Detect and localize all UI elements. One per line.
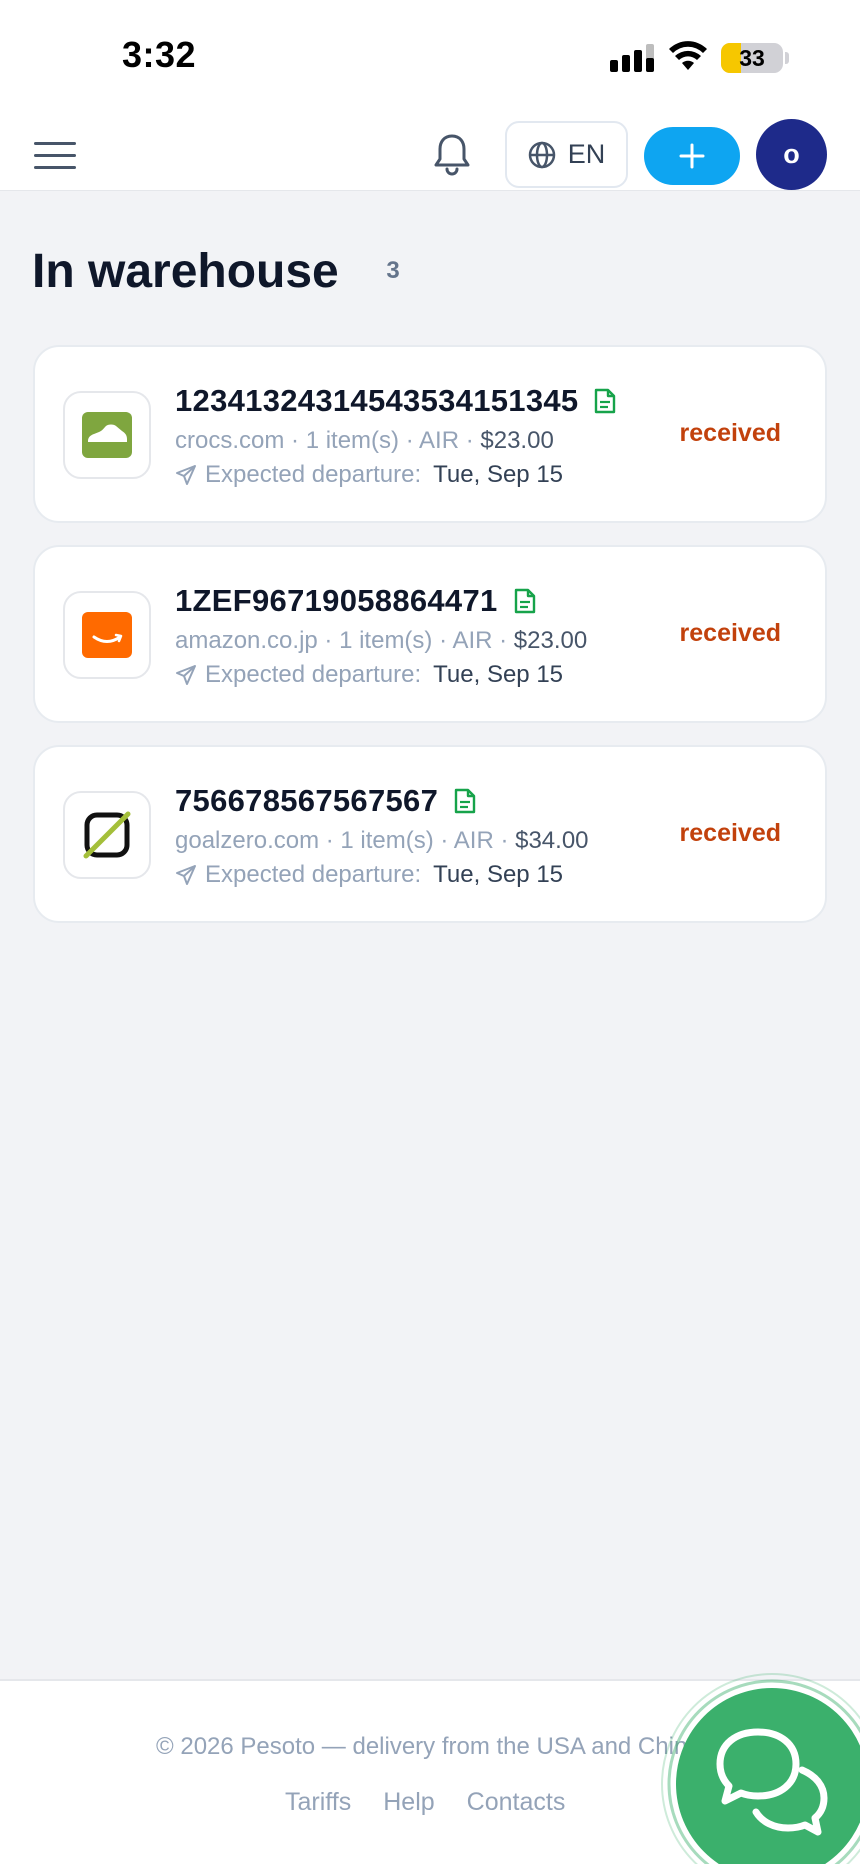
shipping-method: AIR [452, 627, 493, 654]
package-price: $23.00 [480, 427, 554, 454]
departure-line: Expected departure: Tue, Sep 15 [175, 857, 589, 893]
package-count-badge: 3 [386, 257, 400, 284]
store-name: amazon.co.jp [175, 627, 318, 654]
package-status: received [679, 419, 781, 447]
footer-link-contacts[interactable]: Contacts [467, 1788, 566, 1817]
globe-icon [528, 141, 555, 168]
footer-link-tariffs[interactable]: Tariffs [285, 1788, 351, 1817]
tracking-number: 12341324314543534151345 [175, 383, 579, 418]
package-meta: amazon.co.jp · 1 item(s) · AIR · $23.00 [175, 627, 588, 654]
battery-percent: 33 [739, 45, 765, 71]
document-icon[interactable] [514, 588, 536, 614]
copyright-text: © 2026 Pesoto — delivery from the USA an… [156, 1733, 701, 1760]
departure-date: Tue, Sep 15 [433, 861, 564, 888]
user-avatar[interactable]: o [756, 119, 827, 190]
package-card[interactable]: 756678567567567 goalzero.com · 1 item(s)… [33, 745, 827, 923]
package-price: $23.00 [513, 627, 588, 654]
cellular-signal-icon [610, 44, 654, 72]
goalzero-logo [63, 791, 151, 879]
departure-date: Tue, Sep 15 [433, 461, 564, 488]
app-header: EN o [0, 118, 860, 191]
page-title: In warehouse [32, 245, 339, 298]
document-icon[interactable] [454, 788, 476, 814]
shipping-method: AIR [453, 827, 494, 854]
package-meta: goalzero.com · 1 item(s) · AIR · $34.00 [175, 827, 589, 854]
send-icon [176, 865, 196, 885]
footer-link-help[interactable]: Help [383, 1788, 434, 1817]
package-status: received [679, 619, 781, 647]
tracking-number: 1ZEF96719058864471 [175, 583, 498, 618]
package-card[interactable]: 1ZEF96719058864471 amazon.co.jp · 1 item… [33, 545, 827, 723]
departure-label: Expected departure: [205, 661, 422, 688]
departure-label: Expected departure: [205, 861, 422, 888]
bell-icon[interactable] [430, 130, 474, 178]
package-price: $34.00 [515, 827, 589, 854]
departure-line: Expected departure: Tue, Sep 15 [175, 457, 616, 493]
hamburger-menu-icon[interactable] [34, 138, 76, 172]
document-icon[interactable] [594, 388, 616, 414]
shipping-method: AIR [419, 427, 460, 454]
package-meta: crocs.com · 1 item(s) · AIR · $23.00 [175, 427, 554, 454]
item-count: 1 item(s) [305, 427, 400, 454]
item-count: 1 item(s) [340, 827, 434, 854]
tracking-number: 756678567567567 [175, 783, 439, 818]
battery-icon: 33 [721, 43, 783, 73]
package-card[interactable]: 12341324314543534151345 crocs.com · 1 it… [33, 345, 827, 523]
crocs-logo [63, 391, 151, 479]
departure-label: Expected departure: [205, 461, 422, 488]
item-count: 1 item(s) [339, 627, 433, 654]
chat-bubbles-icon [661, 1673, 860, 1864]
departure-date: Tue, Sep 15 [433, 661, 564, 688]
add-package-button[interactable] [644, 127, 740, 185]
send-icon [176, 465, 196, 485]
language-selector[interactable]: EN [505, 121, 628, 188]
wifi-icon [669, 41, 707, 70]
status-time: 3:32 [122, 34, 197, 75]
store-name: crocs.com [175, 427, 285, 454]
language-label: EN [567, 139, 606, 169]
amazon-logo [63, 591, 151, 679]
send-icon [176, 665, 196, 685]
battery-tip [785, 52, 789, 64]
plus-icon [679, 143, 705, 169]
footer-links: Tariffs Help Contacts [285, 1788, 565, 1817]
package-status: received [679, 819, 781, 847]
status-bar: 3:32 33 [0, 0, 860, 118]
departure-line: Expected departure: Tue, Sep 15 [175, 657, 587, 693]
chat-button[interactable] [660, 1672, 860, 1864]
store-name: goalzero.com [175, 827, 320, 854]
